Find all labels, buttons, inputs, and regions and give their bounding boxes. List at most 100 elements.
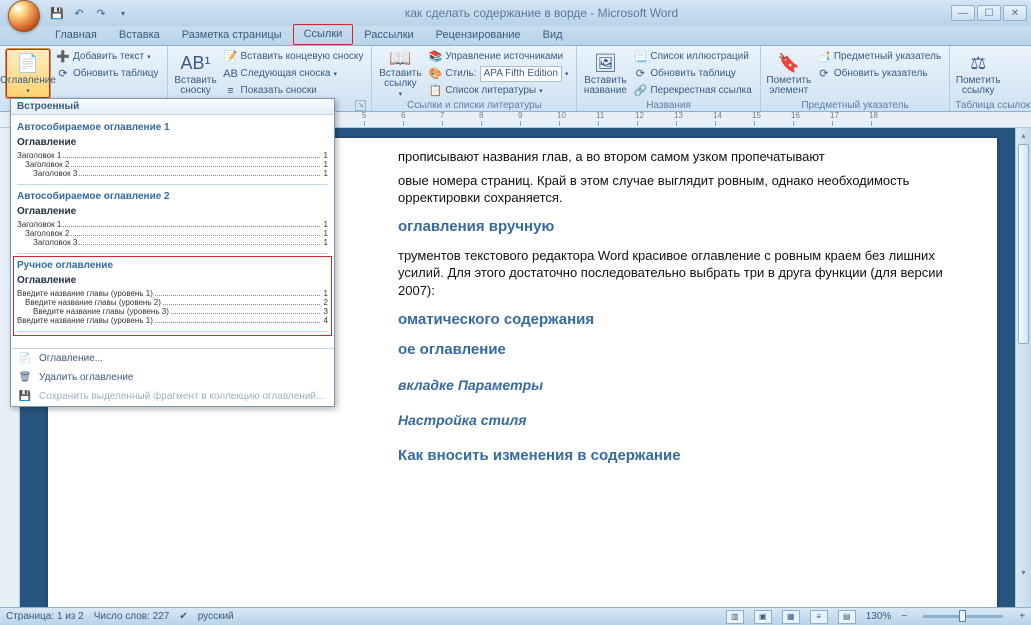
insert-caption-button[interactable]: 🖼 Вставить название [582, 48, 628, 99]
tab-Ссылки[interactable]: Ссылки [293, 24, 354, 45]
cross-reference-button[interactable]: 🔗Перекрестная ссылка [630, 82, 754, 99]
view-draft-button[interactable]: ▤ [838, 610, 856, 624]
ribbon-group-label: Названия [582, 99, 754, 112]
doc-heading: оглавления вручную [398, 217, 947, 237]
dialog-launcher-icon[interactable]: ↘ [355, 100, 366, 111]
toc-save-menu-item: 💾Сохранить выделенный фрагмент в коллекц… [11, 387, 334, 406]
manage-sources-button[interactable]: 📚Управление источниками [425, 48, 571, 65]
maximize-button[interactable]: ☐ [977, 5, 1001, 21]
gallery-title: Автособираемое оглавление 1 [17, 122, 328, 133]
bibliography-icon: 📋 [428, 84, 442, 98]
view-outline-button[interactable]: ≡ [810, 610, 828, 624]
citation-style-combo[interactable]: 🎨Стиль: APA Fifth Edition▾ [425, 65, 571, 82]
minimize-button[interactable]: — [951, 5, 975, 21]
ribbon-group-index: 🔖 Пометить элемент 📑Предметный указатель… [761, 46, 950, 111]
update-captions-button[interactable]: ⟳Обновить таблицу [630, 65, 754, 82]
scroll-down-icon[interactable]: ▾ [1016, 565, 1031, 579]
mark-citation-button[interactable]: ⚖ Пометить ссылку [955, 48, 1001, 99]
save-icon[interactable]: 💾 [48, 4, 66, 22]
citation-icon: 📖 [388, 49, 412, 67]
update-icon: ⟳ [56, 67, 70, 81]
toc-button[interactable]: 📄 Оглавление ▾ [5, 48, 51, 99]
zoom-out-button[interactable]: − [901, 611, 907, 622]
ribbon-tabs: ГлавнаяВставкаРазметка страницыСсылкиРас… [0, 26, 1031, 46]
next-footnote-icon: AB [224, 67, 238, 81]
preview-title: Оглавление [17, 206, 328, 217]
doc-text: трументов текстового редактора Word крас… [398, 247, 947, 300]
close-button[interactable]: ✕ [1003, 5, 1027, 21]
toc-remove-menu-item[interactable]: 🗑Удалить оглавление [11, 368, 334, 387]
update-icon: ⟳ [817, 67, 831, 81]
status-words[interactable]: Число слов: 227 [94, 611, 170, 622]
vertical-scrollbar[interactable]: ▴ ▾ [1015, 128, 1031, 607]
tab-Разметка страницы[interactable]: Разметка страницы [171, 25, 293, 45]
figures-list-button[interactable]: 📃Список иллюстраций [630, 48, 754, 65]
save-small-icon: 💾 [17, 391, 33, 402]
caption-icon: 🖼 [593, 52, 617, 74]
view-web-button[interactable]: ▦ [782, 610, 800, 624]
undo-icon[interactable]: ↶ [70, 4, 88, 22]
insert-citation-button[interactable]: 📖 Вставить ссылку ▾ [377, 48, 423, 99]
toc-gallery-manual[interactable]: Ручное оглавление Оглавление Введите наз… [17, 260, 328, 332]
status-page[interactable]: Страница: 1 из 2 [6, 611, 84, 622]
status-bar: Страница: 1 из 2 Число слов: 227 ✔ русск… [0, 607, 1031, 625]
index-icon: 📑 [817, 50, 831, 64]
toc-insert-menu-item[interactable]: 📄Оглавление... [11, 349, 334, 368]
endnote-icon: 📝 [224, 50, 238, 64]
insert-index-button[interactable]: 📑Предметный указатель [814, 48, 944, 65]
insert-footnote-button[interactable]: AB¹ Вставить сноску [173, 48, 219, 99]
update-icon: ⟳ [633, 67, 647, 81]
tab-Вид[interactable]: Вид [532, 25, 574, 45]
doc-heading: оматического содержания [398, 310, 947, 330]
sources-icon: 📚 [428, 50, 442, 64]
spelling-icon[interactable]: ✔ [179, 611, 187, 622]
style-icon: 🎨 [428, 67, 442, 81]
status-language[interactable]: русский [198, 611, 234, 622]
zoom-thumb[interactable] [959, 610, 966, 622]
zoom-slider[interactable] [923, 615, 1003, 618]
preview-title: Оглавление [17, 275, 328, 286]
next-footnote-button[interactable]: ABСледующая сноска ▾ [221, 65, 367, 82]
status-zoom[interactable]: 130% [866, 611, 892, 622]
window-title: как сделать содержание в ворде - Microso… [132, 6, 951, 20]
footnote-icon: AB¹ [184, 52, 208, 74]
doc-text: овые номера страниц. Край в этом случае … [398, 172, 947, 207]
toc-gallery-auto1[interactable]: Автособираемое оглавление 1 Оглавление З… [17, 122, 328, 185]
tab-Рассылки[interactable]: Рассылки [353, 25, 424, 45]
toc-dropdown-header: Встроенный [11, 99, 334, 115]
ribbon-group-captions: 🖼 Вставить название 📃Список иллюстраций … [577, 46, 760, 111]
show-notes-icon: ≡ [224, 84, 238, 98]
ribbon-group-label: Таблица ссылок [955, 99, 1030, 112]
quick-access-toolbar: 💾 ↶ ↷ ▾ [48, 4, 132, 22]
doc-heading: ое оглавление [398, 340, 947, 360]
view-print-layout-button[interactable]: ▥ [726, 610, 744, 624]
add-text-button[interactable]: ➕Добавить текст ▾ [53, 48, 162, 65]
toc-gallery-auto2[interactable]: Автособираемое оглавление 2 Оглавление З… [17, 191, 328, 254]
insert-endnote-button[interactable]: 📝Вставить концевую сноску [221, 48, 367, 65]
chevron-down-icon: ▾ [26, 88, 30, 95]
gallery-title: Ручное оглавление [17, 260, 328, 271]
toc-button-label: Оглавление [0, 76, 56, 86]
mark-entry-button[interactable]: 🔖 Пометить элемент [766, 48, 812, 99]
tab-Главная[interactable]: Главная [44, 25, 108, 45]
tab-Вставка[interactable]: Вставка [108, 25, 171, 45]
redo-icon[interactable]: ↷ [92, 4, 110, 22]
scroll-up-icon[interactable]: ▴ [1016, 128, 1031, 142]
office-button[interactable] [8, 0, 40, 32]
mark-icon: 🔖 [777, 52, 801, 74]
zoom-in-button[interactable]: + [1019, 611, 1025, 622]
tab-Рецензирование[interactable]: Рецензирование [425, 25, 532, 45]
show-footnotes-button[interactable]: ≡Показать сноски [221, 82, 367, 99]
preview-title: Оглавление [17, 137, 328, 148]
doc-subheading: Настройка стиля [398, 411, 947, 430]
gallery-title: Автособираемое оглавление 2 [17, 191, 328, 202]
update-index-button[interactable]: ⟳Обновить указатель [814, 65, 944, 82]
view-full-screen-button[interactable]: ▣ [754, 610, 772, 624]
toc-icon: 📄 [16, 52, 40, 74]
bibliography-button[interactable]: 📋Список литературы ▾ [425, 82, 571, 99]
scroll-thumb[interactable] [1018, 144, 1029, 344]
ribbon-group-label: Ссылки и списки литературы [377, 99, 571, 112]
doc-text: прописывают названия глав, а во втором с… [398, 148, 947, 166]
qat-dropdown-icon[interactable]: ▾ [114, 4, 132, 22]
update-toc-button[interactable]: ⟳Обновить таблицу [53, 65, 162, 82]
